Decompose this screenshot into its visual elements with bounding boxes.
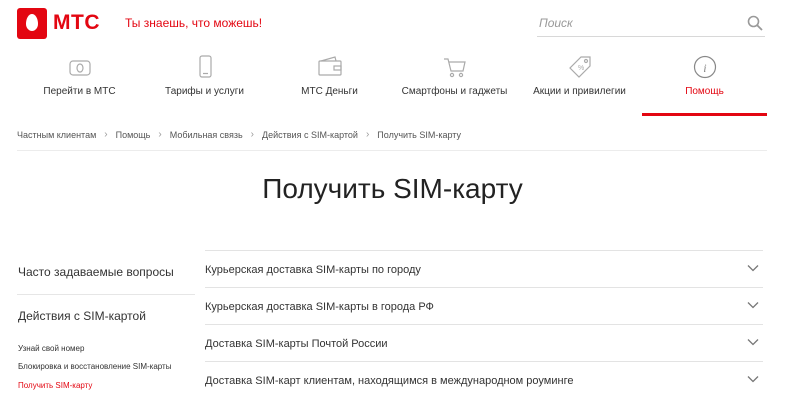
slogan: Ты знаешь, что можешь! [125, 16, 263, 30]
accordion-label: Курьерская доставка SIM-карты по городу [205, 264, 421, 276]
svg-text:i: i [703, 61, 706, 75]
breadcrumb: Частным клиентам › Помощь › Мобильная св… [17, 129, 461, 140]
breadcrumb-current: Получить SIM-карту [377, 129, 462, 140]
info-icon: i [691, 53, 719, 81]
accordion-item[interactable]: Доставка SIM-карт клиентам, находящимся … [205, 361, 763, 398]
nav-label: Помощь [685, 86, 724, 97]
nav-label: Перейти в МТС [43, 86, 116, 97]
divider [17, 150, 767, 151]
accordion-label: Курьерская доставка SIM-карты в города Р… [205, 301, 434, 313]
sidebar-item-sim-actions[interactable]: Действия с SIM-картой [18, 309, 146, 323]
chevron-right-icon: › [250, 129, 255, 140]
search-input[interactable] [539, 14, 739, 32]
page-title: Получить SIM-карту [262, 173, 523, 204]
nav-label: Акции и привилегии [533, 86, 626, 97]
breadcrumb-item[interactable]: Действия с SIM-картой [262, 130, 358, 140]
nav-item-tariffs[interactable]: Тарифы и услуги [142, 48, 267, 116]
chevron-down-icon [747, 339, 759, 346]
nav-item-mts-money[interactable]: МТС Деньги [267, 48, 392, 116]
nav-label: Смартфоны и гаджеты [401, 86, 508, 97]
nav-item-smartphones[interactable]: Смартфоны и гаджеты [392, 48, 517, 116]
phone-icon [191, 53, 219, 81]
breadcrumb-item[interactable]: Частным клиентам [17, 130, 96, 140]
tag-icon: % [566, 53, 594, 81]
chevron-down-icon [747, 376, 759, 383]
main-nav: Перейти в МТС Тарифы и услуги МТС Деньги [0, 48, 785, 116]
accordion-item[interactable]: Доставка SIM-карты Почтой России [205, 324, 763, 361]
nav-item-promotions[interactable]: % Акции и привилегии [517, 48, 642, 116]
egg-logo-icon [17, 7, 47, 39]
sidebar-link-block-restore[interactable]: Блокировка и восстановление SIM-карты [18, 362, 171, 371]
accordion-label: Доставка SIM-карт клиентам, находящимся … [205, 375, 574, 387]
nav-item-help[interactable]: i Помощь [642, 48, 767, 116]
chevron-right-icon: › [104, 129, 108, 140]
accordion-item[interactable]: Курьерская доставка SIM-карты по городу [205, 250, 763, 287]
svg-text:%: % [578, 65, 584, 72]
chevron-right-icon: › [158, 129, 162, 140]
sidebar-link-know-number[interactable]: Узнай свой номер [18, 344, 84, 353]
chevron-down-icon [747, 302, 759, 309]
sidebar-item-faq[interactable]: Часто задаваемые вопросы [18, 265, 174, 279]
search-box [537, 9, 765, 37]
mts-logo[interactable]: МТС [17, 7, 109, 39]
chevron-down-icon [747, 265, 759, 272]
sidebar-link-get-sim[interactable]: Получить SIM-карту [18, 381, 92, 390]
breadcrumb-item[interactable]: Мобильная связь [170, 130, 243, 140]
nav-item-go-to-mts[interactable]: Перейти в МТС [17, 48, 142, 116]
cart-icon [441, 53, 469, 81]
nav-label: Тарифы и услуги [165, 86, 244, 97]
nav-label: МТС Деньги [301, 86, 358, 97]
accordion: Курьерская доставка SIM-карты по городу … [205, 250, 763, 398]
wallet-icon [316, 53, 344, 81]
egg-sim-icon [66, 53, 94, 81]
logo-text: МТС [53, 11, 100, 34]
accordion-label: Доставка SIM-карты Почтой России [205, 338, 388, 350]
search-icon[interactable] [747, 15, 763, 31]
breadcrumb-item[interactable]: Помощь [116, 130, 151, 140]
accordion-item[interactable]: Курьерская доставка SIM-карты в города Р… [205, 287, 763, 324]
chevron-right-icon: › [365, 129, 370, 140]
divider [17, 294, 195, 295]
